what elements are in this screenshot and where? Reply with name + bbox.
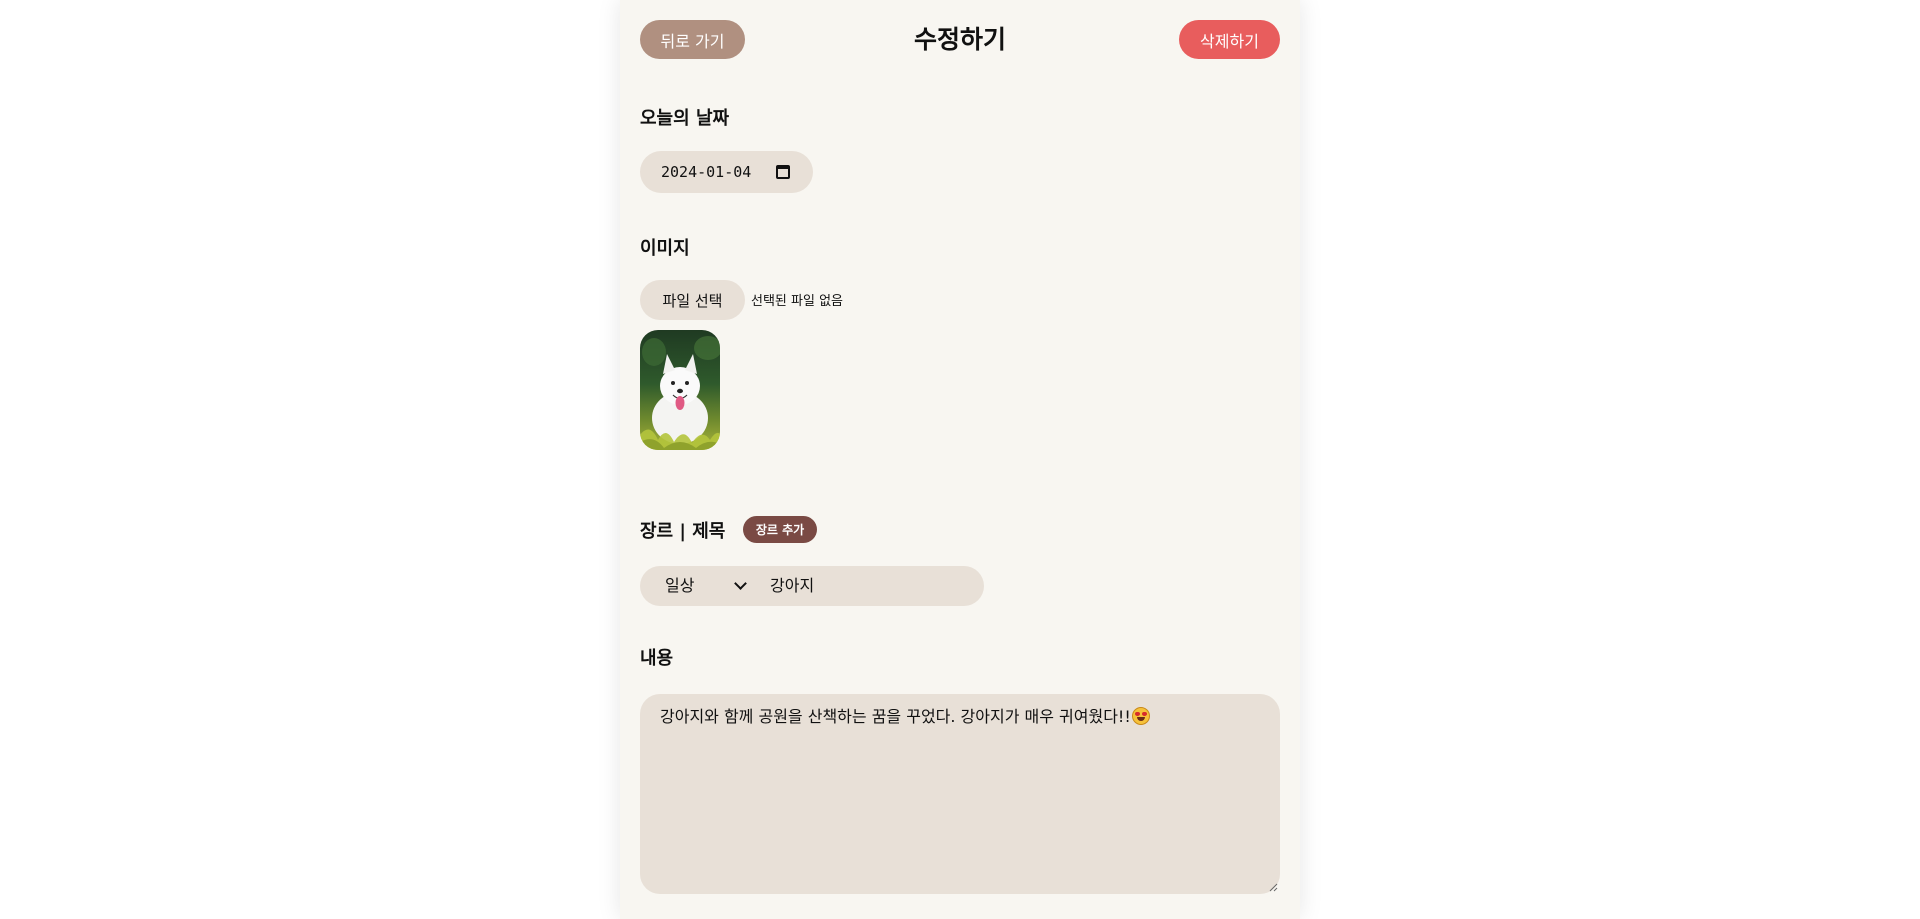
delete-button[interactable]: 삭제하기 (1179, 20, 1280, 59)
date-input[interactable]: 2024-01-04 (640, 151, 813, 193)
choose-file-button[interactable]: 파일 선택 (640, 280, 745, 320)
content-label: 내용 (640, 648, 674, 669)
content-text: 강아지와 함께 공원을 산책하는 꿈을 꾸었다. 강아지가 매우 귀여웠다!! (660, 707, 1131, 726)
genre-title-row: 일상 강아지 (640, 566, 984, 606)
dog-photo-image (640, 330, 720, 450)
genre-select[interactable]: 일상 (640, 566, 754, 606)
file-status-text: 선택된 파일 없음 (751, 294, 843, 309)
back-button[interactable]: 뒤로 가기 (640, 20, 745, 59)
content-textarea[interactable]: 강아지와 함께 공원을 산책하는 꿈을 꾸었다. 강아지가 매우 귀여웠다!! (640, 694, 1280, 894)
header: 수정하기 뒤로 가기 삭제하기 (640, 20, 1280, 60)
content-text-line: 강아지와 함께 공원을 산책하는 꿈을 꾸었다. 강아지가 매우 귀여웠다!! (660, 703, 1150, 727)
date-value: 2024-01-04 (661, 163, 752, 181)
image-label: 이미지 (640, 238, 690, 259)
title-input[interactable]: 강아지 (770, 566, 980, 606)
chevron-down-icon (734, 577, 747, 590)
genre-selected-value: 일상 (665, 576, 695, 595)
genre-title-label: 장르 | 제목 (640, 521, 726, 542)
image-preview (640, 330, 720, 450)
calendar-icon[interactable] (776, 165, 790, 179)
date-label: 오늘의 날짜 (640, 108, 730, 129)
diary-edit-panel: 수정하기 뒤로 가기 삭제하기 오늘의 날짜 2024-01-04 이미지 파일… (620, 0, 1300, 919)
star-struck-emoji-icon (1131, 707, 1150, 725)
form-content: 수정하기 뒤로 가기 삭제하기 오늘의 날짜 2024-01-04 이미지 파일… (640, 0, 1280, 919)
resize-handle-icon[interactable] (1269, 883, 1278, 892)
add-genre-button[interactable]: 장르 추가 (743, 516, 817, 543)
